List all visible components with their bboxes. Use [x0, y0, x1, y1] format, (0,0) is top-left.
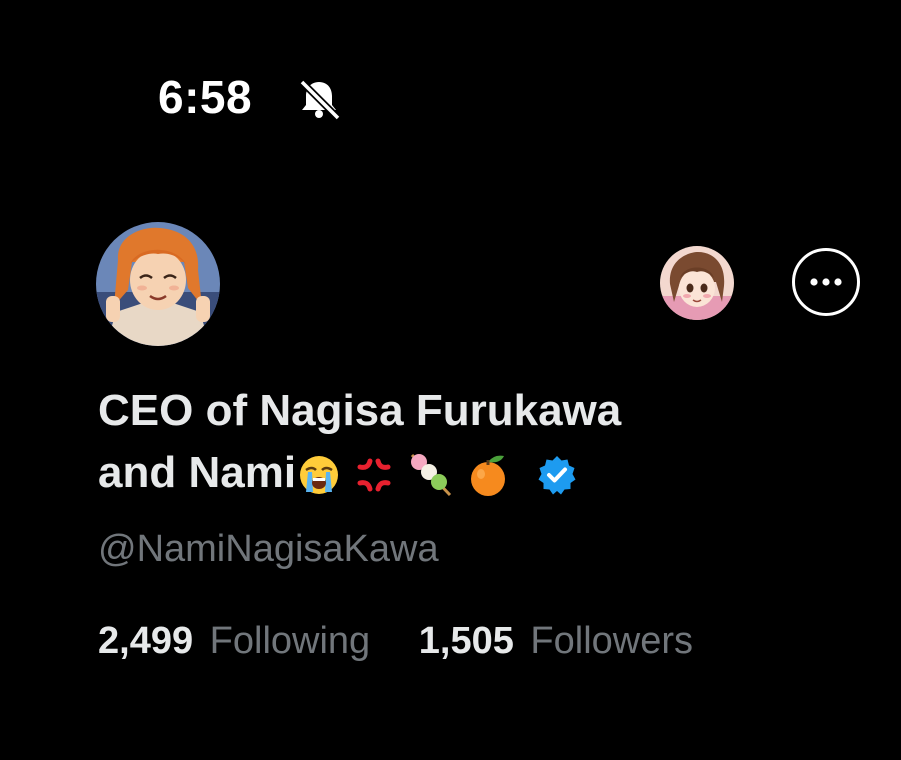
verified-badge-icon[interactable] — [536, 454, 578, 496]
followers-link[interactable]: 1,505 Followers — [419, 616, 693, 666]
dango-icon — [410, 454, 452, 497]
tangerine-icon — [471, 455, 506, 497]
more-options-icon — [810, 278, 842, 286]
followers-label: Followers — [530, 620, 694, 662]
more-options-button[interactable] — [792, 248, 860, 316]
profile-handle: @NamiNagisaKawa — [98, 528, 439, 570]
account-switcher-avatar[interactable] — [660, 246, 734, 320]
display-name-line1: CEO of Nagisa Furukawa — [98, 386, 622, 435]
display-name: CEO of Nagisa Furukawa and Nami — [98, 380, 798, 504]
following-link[interactable]: 2,499 Following — [98, 616, 370, 666]
loudly-crying-face-icon — [300, 456, 339, 495]
profile-avatar[interactable] — [96, 222, 220, 346]
follow-stats: 2,499 Following 1,505 Followers — [98, 616, 693, 666]
following-count: 2,499 — [98, 620, 194, 662]
status-time: 6:58 — [158, 71, 253, 123]
following-label: Following — [209, 620, 371, 662]
followers-count: 1,505 — [418, 620, 514, 662]
anger-symbol-icon — [357, 458, 391, 492]
display-name-line2: and Nami — [98, 442, 798, 504]
bell-slash-icon — [299, 79, 341, 120]
display-name-line2-text: and Nami — [98, 448, 297, 497]
